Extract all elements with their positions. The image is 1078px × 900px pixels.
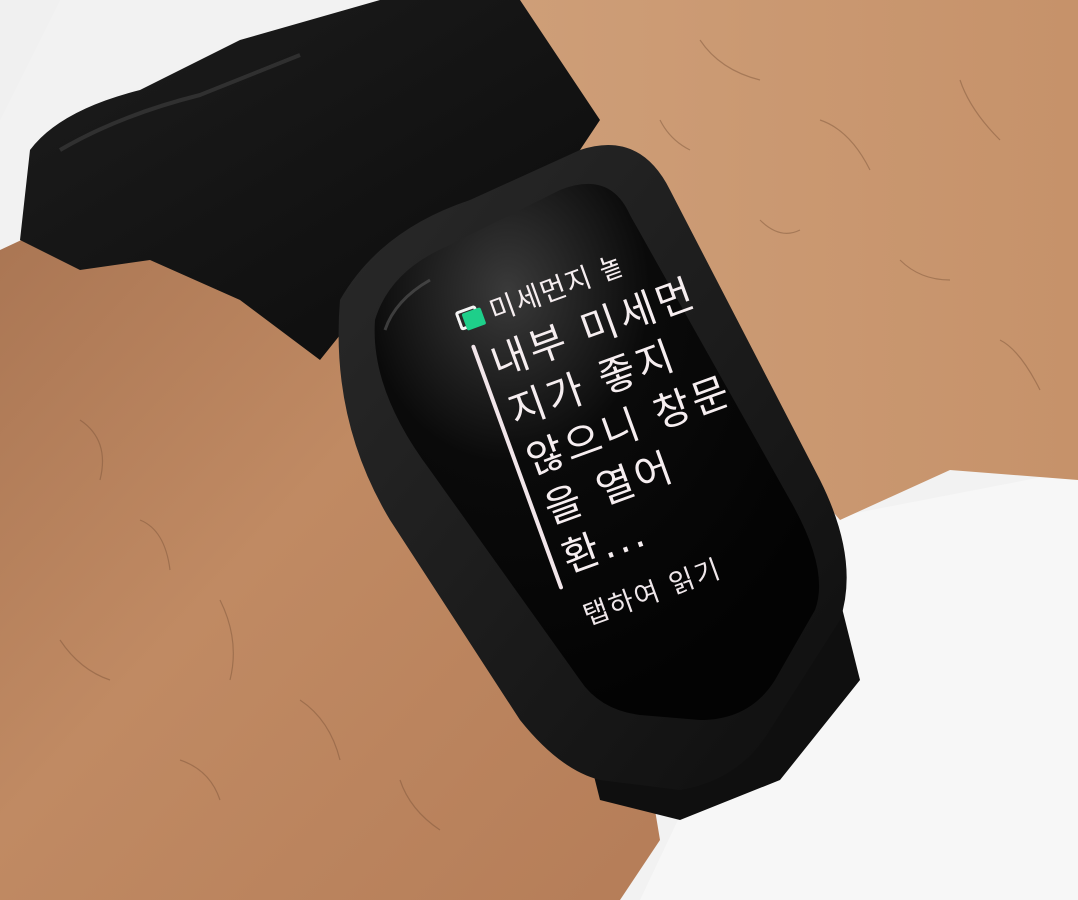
scene: 미세먼지 놀 내부 미세먼지가 좋지 않으니 창문을 열어 환... 탭하여 읽… — [0, 0, 1078, 900]
wrist-photo — [0, 0, 1078, 900]
